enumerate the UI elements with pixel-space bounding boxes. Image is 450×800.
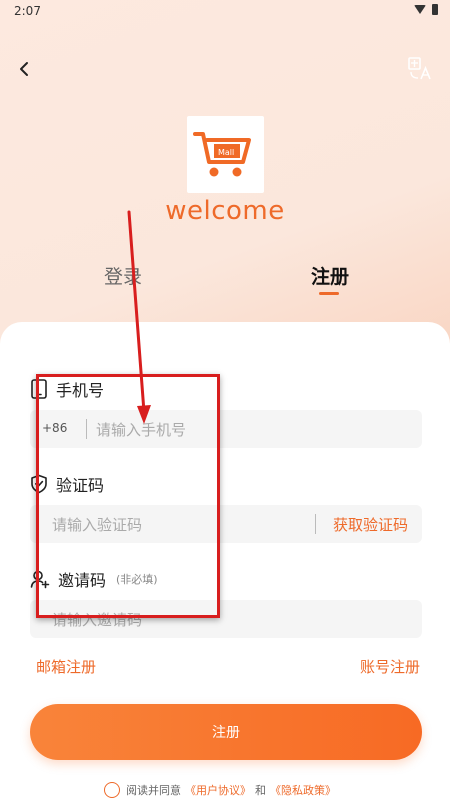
account-register-link[interactable]: 账号注册: [360, 656, 420, 677]
back-button[interactable]: [14, 58, 36, 80]
agreement-prefix: 阅读并同意: [126, 784, 181, 797]
status-icons: [414, 4, 438, 15]
annotation-highlight-box: [36, 374, 220, 618]
app-logo: Mall: [187, 116, 264, 193]
active-tab-indicator: [319, 292, 339, 295]
shopping-cart-icon: Mall: [193, 132, 251, 177]
register-submit-button[interactable]: 注册: [30, 704, 422, 760]
status-bar: 2:07: [0, 0, 450, 26]
agreement-row: 阅读并同意 《用户协议》 和 《隐私政策》: [104, 782, 340, 798]
chevron-left-icon: [20, 62, 28, 76]
privacy-policy-link[interactable]: 《隐私政策》: [270, 782, 336, 798]
battery-icon: [432, 4, 438, 15]
welcome-title: welcome: [165, 196, 285, 226]
tab-register[interactable]: 注册: [311, 262, 349, 289]
user-agreement-link[interactable]: 《用户协议》: [185, 782, 251, 798]
agreement-checkbox[interactable]: [104, 782, 120, 798]
email-register-link[interactable]: 邮箱注册: [36, 656, 96, 677]
agreement-and: 和: [255, 784, 266, 797]
wifi-icon: [414, 5, 426, 14]
logo-text: Mall: [218, 148, 234, 157]
tab-login[interactable]: 登录: [104, 262, 142, 289]
divider: [315, 514, 316, 534]
status-time: 2:07: [14, 4, 41, 18]
translate-button[interactable]: [408, 56, 434, 82]
get-code-button[interactable]: 获取验证码: [333, 514, 408, 535]
translate-icon: [408, 57, 431, 80]
